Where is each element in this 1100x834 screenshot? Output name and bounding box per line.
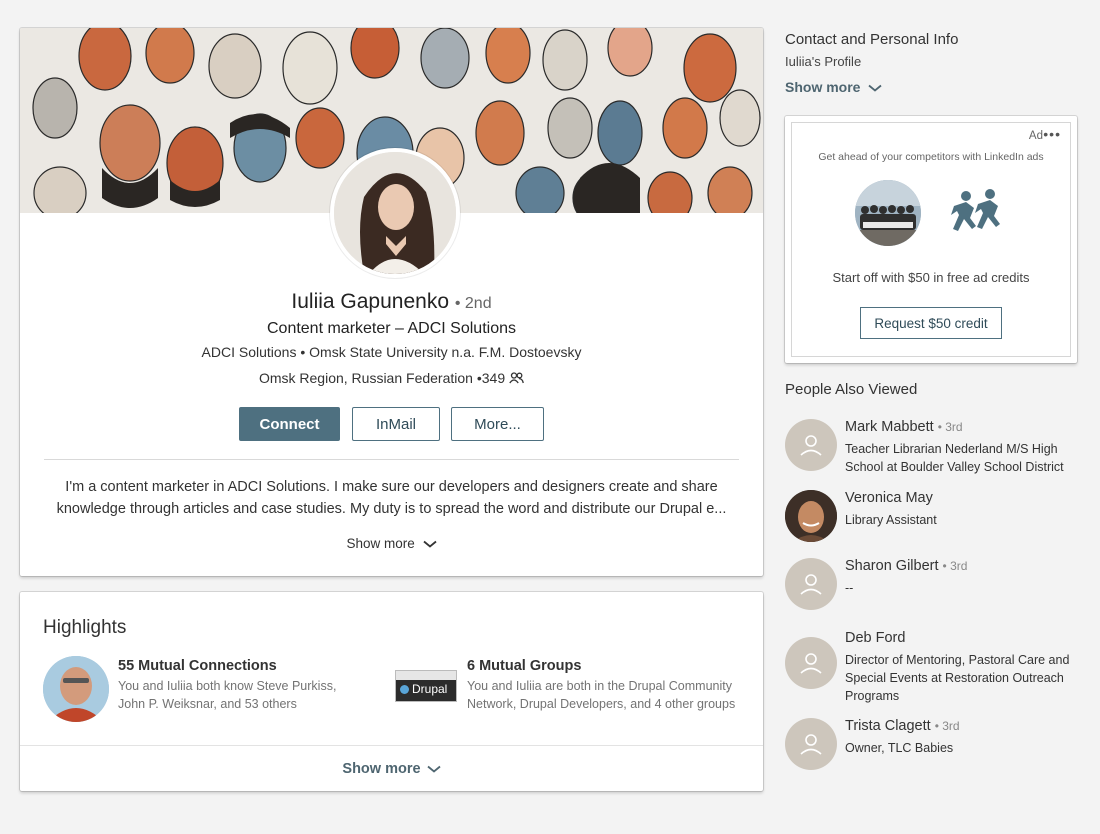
- profile-location-row: Omsk Region, Russian Federation •349: [20, 370, 763, 386]
- more-actions-button[interactable]: More...: [451, 407, 544, 441]
- person-headline: Library Assistant: [845, 513, 937, 527]
- person-name[interactable]: Veronica May: [845, 490, 933, 506]
- running-figures-icon: [940, 188, 1002, 243]
- request-credit-button[interactable]: Request $50 credit: [860, 307, 1002, 339]
- profile-top-card: Iuliia Gapunenko • 2nd Content marketer …: [20, 28, 763, 576]
- show-more-label: Show more: [346, 536, 415, 551]
- contact-show-more-button[interactable]: Show more: [785, 79, 882, 95]
- profile-school[interactable]: Omsk State University n.a. F.M. Dostoevs…: [309, 344, 581, 360]
- person-photo: [785, 490, 837, 542]
- summary-show-more-button[interactable]: Show more: [20, 536, 763, 551]
- divider: [44, 459, 739, 460]
- chevron-down-icon: [419, 536, 437, 551]
- profile-photo[interactable]: [330, 148, 460, 278]
- chevron-down-icon: [425, 761, 441, 777]
- ad-card: Ad ••• Get ahead of your competitors wit…: [785, 116, 1077, 363]
- person-name[interactable]: Trista Clagett: [845, 718, 931, 734]
- person-headline: Owner, TLC Babies: [845, 741, 954, 755]
- mutual-groups-desc: You and Iuliia are both in the Drupal Co…: [467, 679, 736, 711]
- connection-degree: • 2nd: [454, 295, 492, 312]
- mutual-connections-title: 55 Mutual Connections: [118, 658, 277, 674]
- divider: [20, 745, 763, 746]
- person-name[interactable]: Sharon Gilbert: [845, 558, 939, 574]
- profile-name-row: Iuliia Gapunenko • 2nd: [20, 290, 763, 314]
- highlights-card: Highlights 55 Mutual Connections You and…: [20, 592, 763, 791]
- contact-info-title[interactable]: Contact and Personal Info: [785, 31, 958, 48]
- person-name-row: Deb Ford: [845, 630, 905, 646]
- profile-company[interactable]: ADCI Solutions: [202, 344, 297, 360]
- summary-line: knowledge through articles and case stud…: [56, 501, 727, 517]
- people-also-viewed-title: People Also Viewed: [785, 381, 918, 398]
- person-degree: • 3rd: [942, 559, 968, 573]
- summary-line: I'm a content marketer in ADCI Solutions…: [65, 479, 718, 495]
- ad-options-icon[interactable]: •••: [1043, 126, 1061, 142]
- person-headline: Director of Mentoring, Pastoral Care and…: [845, 653, 1070, 703]
- person-name-row: Sharon Gilbert • 3rd: [845, 558, 967, 574]
- connect-button[interactable]: Connect: [239, 407, 340, 441]
- person-name-row: Veronica May: [845, 490, 933, 506]
- person-name-row: Trista Clagett • 3rd: [845, 718, 960, 734]
- avatar-placeholder-icon: [785, 637, 837, 689]
- avatar-placeholder-icon: [785, 718, 837, 770]
- person-headline: Teacher Librarian Nederland M/S High Sch…: [845, 442, 1064, 474]
- person-name[interactable]: Deb Ford: [845, 630, 905, 646]
- connection-count[interactable]: 349: [482, 370, 505, 386]
- profile-name: Iuliia Gapunenko: [291, 290, 450, 313]
- ad-group-photo: [855, 180, 921, 246]
- ad-copy: Start off with $50 in free ad credits: [832, 270, 1030, 285]
- inmail-button[interactable]: InMail: [352, 407, 440, 441]
- highlights-show-more-button[interactable]: Show more: [20, 761, 763, 777]
- avatar-placeholder-icon: [785, 419, 837, 471]
- avatar-placeholder-icon: [785, 558, 837, 610]
- profile-headline: Content marketer – ADCI Solutions: [266, 320, 516, 337]
- contact-info-subtitle: Iuliia's Profile: [785, 54, 862, 69]
- profile-location: Omsk Region, Russian Federation: [258, 370, 473, 386]
- profile-summary: I'm a content marketer in ADCI Solutions…: [44, 476, 739, 520]
- connections-icon: [509, 370, 524, 386]
- separator-dot: •: [300, 344, 310, 360]
- drupal-group-logo: Drupal: [395, 670, 457, 702]
- person-degree: • 3rd: [937, 420, 963, 434]
- mutual-connection-avatar: [43, 656, 109, 722]
- ad-label: Ad: [1028, 130, 1043, 142]
- person-headline: --: [845, 581, 854, 595]
- person-name[interactable]: Mark Mabbett: [845, 419, 934, 435]
- show-more-label: Show more: [342, 761, 421, 777]
- person-degree: • 3rd: [934, 719, 960, 733]
- mutual-groups-title: 6 Mutual Groups: [467, 658, 582, 674]
- drupal-logo-text: Drupal: [412, 682, 448, 696]
- profile-company-school: ADCI Solutions • Omsk State University n…: [20, 344, 763, 360]
- highlights-title: Highlights: [43, 617, 127, 638]
- chevron-down-icon: [864, 79, 882, 95]
- ad-tagline: Get ahead of your competitors with Linke…: [818, 151, 1044, 163]
- mutual-connections-desc: You and Iuliia both know Steve Purkiss, …: [118, 679, 337, 711]
- show-more-label: Show more: [785, 79, 861, 95]
- person-name-row: Mark Mabbett • 3rd: [845, 419, 963, 435]
